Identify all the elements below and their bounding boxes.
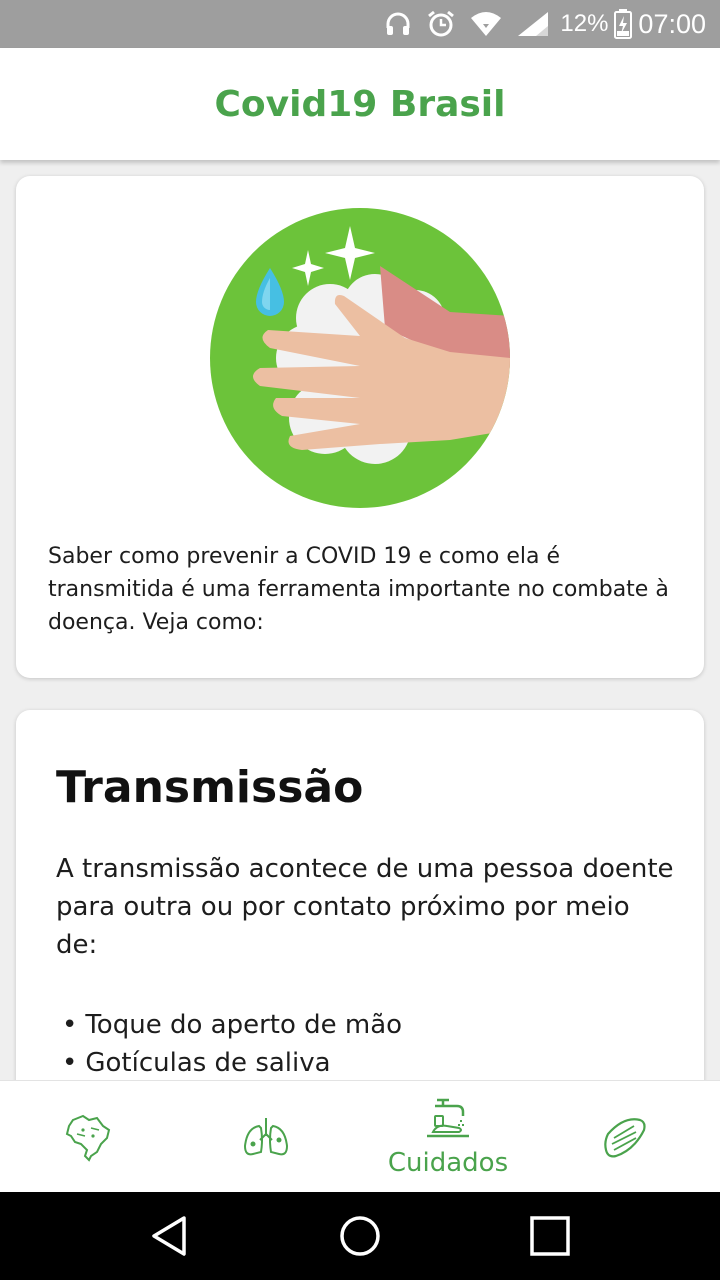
handwash-illustration bbox=[210, 208, 510, 508]
nav-item-cuidados[interactable]: Cuidados bbox=[368, 1081, 528, 1193]
status-bar: 12% 07:00 bbox=[0, 0, 720, 48]
app-bar: Covid19 Brasil bbox=[0, 48, 720, 160]
scroll-content[interactable]: Saber como prevenir a COVID 19 e como el… bbox=[0, 160, 720, 1080]
nav-label-cuidados: Cuidados bbox=[387, 1148, 509, 1178]
app-title: Covid19 Brasil bbox=[214, 83, 506, 125]
mask-icon bbox=[600, 1112, 650, 1162]
battery-charging-icon bbox=[614, 9, 633, 39]
system-navigation-bar bbox=[0, 1192, 720, 1280]
nav-item-sintomas[interactable] bbox=[234, 1081, 298, 1193]
brazil-map-icon bbox=[63, 1112, 113, 1162]
nav-item-brasil[interactable] bbox=[56, 1081, 120, 1193]
transmission-paragraph: A transmissão acontece de uma pessoa doe… bbox=[56, 854, 674, 960]
back-icon[interactable] bbox=[148, 1214, 192, 1258]
alarm-icon bbox=[426, 9, 456, 39]
handwash-icon bbox=[423, 1096, 473, 1146]
clock: 07:00 bbox=[638, 8, 706, 39]
list-item: Gotículas de saliva bbox=[62, 1044, 402, 1080]
lungs-icon bbox=[241, 1112, 291, 1162]
recents-icon[interactable] bbox=[528, 1214, 572, 1258]
transmission-card: Transmissão A transmissão acontece de um… bbox=[16, 710, 704, 1080]
headphones-icon bbox=[384, 10, 412, 38]
nav-item-mascara[interactable] bbox=[600, 1081, 650, 1193]
wifi-icon bbox=[470, 10, 502, 38]
battery-percent: 12% bbox=[560, 10, 609, 37]
intro-text: Saber como prevenir a COVID 19 e como el… bbox=[48, 544, 669, 635]
intro-card: Saber como prevenir a COVID 19 e como el… bbox=[16, 176, 704, 678]
bottom-navigation: Cuidados bbox=[0, 1080, 720, 1192]
transmission-bullets: Toque do aperto de mão Gotículas de sali… bbox=[62, 1006, 402, 1080]
transmission-title: Transmissão bbox=[56, 762, 364, 813]
list-item: Toque do aperto de mão bbox=[62, 1006, 402, 1044]
signal-icon bbox=[516, 10, 550, 38]
home-icon[interactable] bbox=[338, 1214, 382, 1258]
